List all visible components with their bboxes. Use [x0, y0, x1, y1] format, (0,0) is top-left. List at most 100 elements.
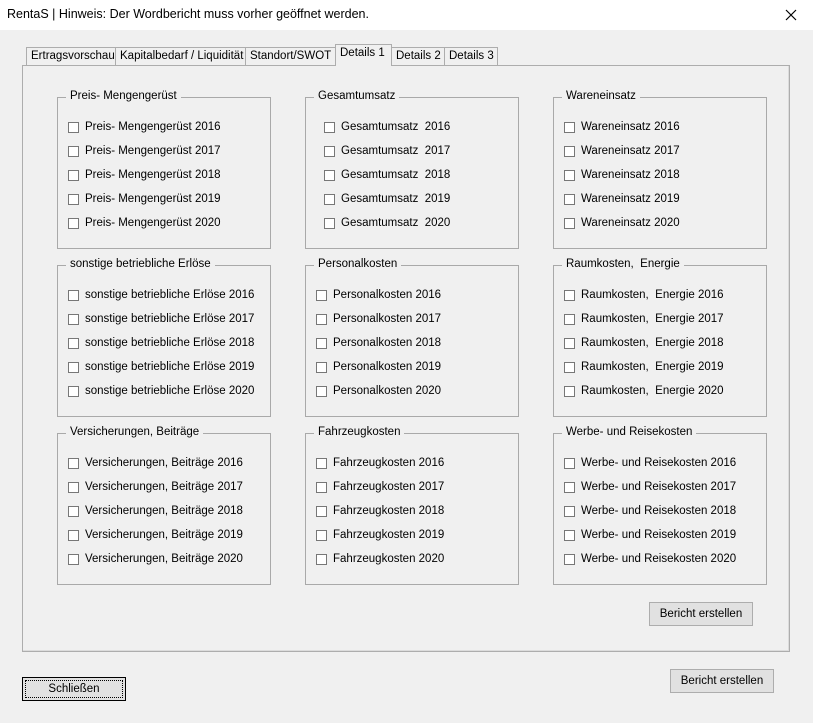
checkbox[interactable]	[564, 385, 575, 397]
checkbox[interactable]	[316, 337, 327, 349]
checkbox-row[interactable]: Personalkosten 2017	[316, 311, 441, 327]
checkbox-row[interactable]: Wareneinsatz 2016	[564, 119, 680, 135]
checkbox-row[interactable]: Personalkosten 2018	[316, 335, 441, 351]
checkbox[interactable]	[68, 313, 79, 325]
checkbox[interactable]	[564, 457, 575, 469]
checkbox-row[interactable]: Gesamtumsatz 2020	[324, 215, 450, 231]
tab-standort-swot[interactable]: Standort/SWOT	[245, 47, 336, 65]
checkbox-row[interactable]: Versicherungen, Beiträge 2017	[68, 479, 243, 495]
checkbox[interactable]	[68, 121, 79, 133]
checkbox-row[interactable]: Werbe- und Reisekosten 2017	[564, 479, 736, 495]
close-button[interactable]	[769, 0, 813, 30]
checkbox[interactable]	[564, 217, 575, 229]
checkbox-row[interactable]: sonstige betriebliche Erlöse 2019	[68, 359, 254, 375]
checkbox-row[interactable]: Fahrzeugkosten 2019	[316, 527, 444, 543]
checkbox[interactable]	[564, 313, 575, 325]
checkbox[interactable]	[324, 121, 335, 133]
panel-report-button[interactable]: Bericht erstellen	[649, 602, 753, 626]
checkbox[interactable]	[68, 361, 79, 373]
checkbox-row[interactable]: Raumkosten, Energie 2018	[564, 335, 724, 351]
checkbox[interactable]	[564, 193, 575, 205]
checkbox-row[interactable]: Versicherungen, Beiträge 2020	[68, 551, 243, 567]
checkbox[interactable]	[68, 457, 79, 469]
checkbox-row[interactable]: Preis- Mengengerüst 2016	[68, 119, 221, 135]
checkbox[interactable]	[324, 193, 335, 205]
checkbox[interactable]	[68, 481, 79, 493]
checkbox-row[interactable]: Wareneinsatz 2019	[564, 191, 680, 207]
checkbox-row[interactable]: Werbe- und Reisekosten 2020	[564, 551, 736, 567]
checkbox-row[interactable]: Preis- Mengengerüst 2020	[68, 215, 221, 231]
checkbox-row[interactable]: sonstige betriebliche Erlöse 2018	[68, 335, 254, 351]
checkbox[interactable]	[68, 529, 79, 541]
checkbox-row[interactable]: Wareneinsatz 2018	[564, 167, 680, 183]
checkbox-row[interactable]: Gesamtumsatz 2019	[324, 191, 450, 207]
checkbox[interactable]	[324, 145, 335, 157]
tab-kapitalbedarf[interactable]: Kapitalbedarf / Liquidität	[115, 47, 246, 65]
checkbox-row[interactable]: Fahrzeugkosten 2020	[316, 551, 444, 567]
checkbox-row[interactable]: sonstige betriebliche Erlöse 2020	[68, 383, 254, 399]
checkbox[interactable]	[564, 529, 575, 541]
checkbox-row[interactable]: Fahrzeugkosten 2017	[316, 479, 444, 495]
checkbox[interactable]	[564, 145, 575, 157]
checkbox[interactable]	[68, 337, 79, 349]
checkbox[interactable]	[564, 505, 575, 517]
checkbox[interactable]	[324, 217, 335, 229]
checkbox-row[interactable]: Werbe- und Reisekosten 2019	[564, 527, 736, 543]
report-button[interactable]: Bericht erstellen	[670, 669, 774, 693]
checkbox[interactable]	[316, 361, 327, 373]
checkbox-row[interactable]: Werbe- und Reisekosten 2016	[564, 455, 736, 471]
checkbox[interactable]	[564, 361, 575, 373]
checkbox[interactable]	[564, 169, 575, 181]
checkbox-row[interactable]: Gesamtumsatz 2016	[324, 119, 450, 135]
checkbox[interactable]	[316, 313, 327, 325]
checkbox[interactable]	[316, 289, 327, 301]
checkbox-row[interactable]: sonstige betriebliche Erlöse 2016	[68, 287, 254, 303]
checkbox[interactable]	[564, 553, 575, 565]
checkbox[interactable]	[316, 505, 327, 517]
close-dialog-button[interactable]: Schließen	[22, 677, 126, 701]
checkbox[interactable]	[564, 337, 575, 349]
checkbox-row[interactable]: Werbe- und Reisekosten 2018	[564, 503, 736, 519]
checkbox-row[interactable]: Preis- Mengengerüst 2017	[68, 143, 221, 159]
checkbox-row[interactable]: Preis- Mengengerüst 2018	[68, 167, 221, 183]
checkbox-row[interactable]: Wareneinsatz 2017	[564, 143, 680, 159]
checkbox[interactable]	[564, 289, 575, 301]
checkbox[interactable]	[68, 193, 79, 205]
checkbox[interactable]	[324, 169, 335, 181]
checkbox-row[interactable]: Personalkosten 2020	[316, 383, 441, 399]
checkbox[interactable]	[68, 385, 79, 397]
checkbox-row[interactable]: Preis- Mengengerüst 2019	[68, 191, 221, 207]
checkbox-row[interactable]: Raumkosten, Energie 2020	[564, 383, 724, 399]
checkbox[interactable]	[316, 457, 327, 469]
checkbox-row[interactable]: Versicherungen, Beiträge 2019	[68, 527, 243, 543]
checkbox-row[interactable]: Raumkosten, Energie 2019	[564, 359, 724, 375]
checkbox[interactable]	[564, 481, 575, 493]
checkbox[interactable]	[316, 553, 327, 565]
checkbox-row[interactable]: Fahrzeugkosten 2018	[316, 503, 444, 519]
checkbox[interactable]	[316, 529, 327, 541]
checkbox-row[interactable]: Personalkosten 2016	[316, 287, 441, 303]
tab-details-2[interactable]: Details 2	[391, 47, 445, 65]
checkbox-row[interactable]: Versicherungen, Beiträge 2016	[68, 455, 243, 471]
checkbox-row[interactable]: Personalkosten 2019	[316, 359, 441, 375]
checkbox[interactable]	[316, 385, 327, 397]
checkbox[interactable]	[68, 505, 79, 517]
checkbox[interactable]	[68, 289, 79, 301]
checkbox-row[interactable]: Wareneinsatz 2020	[564, 215, 680, 231]
tab-details-3[interactable]: Details 3	[444, 47, 498, 65]
checkbox[interactable]	[68, 169, 79, 181]
checkbox[interactable]	[564, 121, 575, 133]
checkbox-row[interactable]: Versicherungen, Beiträge 2018	[68, 503, 243, 519]
checkbox-row[interactable]: Raumkosten, Energie 2016	[564, 287, 724, 303]
checkbox[interactable]	[68, 553, 79, 565]
checkbox[interactable]	[68, 145, 79, 157]
tab-details-1[interactable]: Details 1	[335, 44, 392, 66]
checkbox-row[interactable]: Gesamtumsatz 2017	[324, 143, 450, 159]
tab-ertragsvorschau[interactable]: Ertragsvorschau	[26, 47, 116, 65]
checkbox-row[interactable]: sonstige betriebliche Erlöse 2017	[68, 311, 254, 327]
checkbox[interactable]	[68, 217, 79, 229]
checkbox-row[interactable]: Raumkosten, Energie 2017	[564, 311, 724, 327]
checkbox-row[interactable]: Gesamtumsatz 2018	[324, 167, 450, 183]
checkbox[interactable]	[316, 481, 327, 493]
checkbox-row[interactable]: Fahrzeugkosten 2016	[316, 455, 444, 471]
